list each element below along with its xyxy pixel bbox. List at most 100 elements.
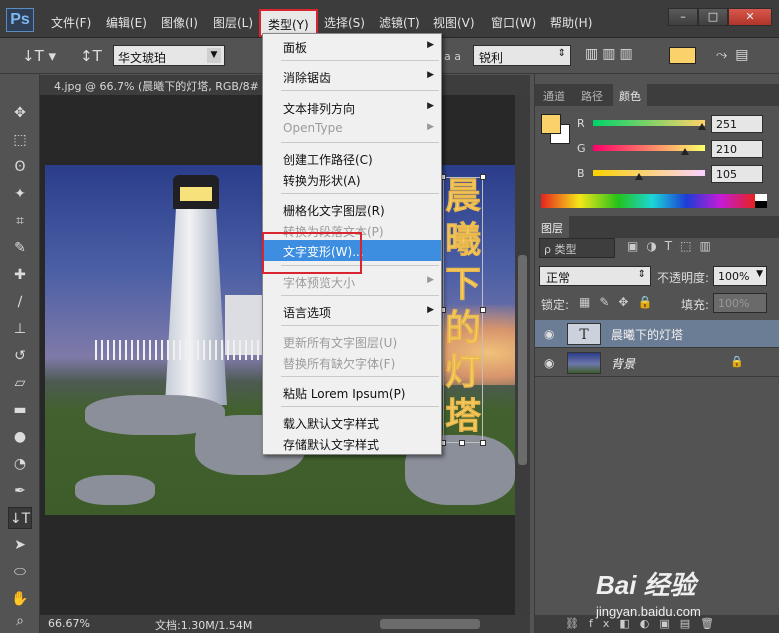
layer-row-background[interactable]: ◉ 背景 🔒	[535, 349, 779, 377]
pen-tool-icon[interactable]: ✒	[8, 480, 32, 502]
font-family-value: 华文琥珀	[118, 51, 167, 65]
submenu-arrow-icon: ▶	[427, 101, 434, 111]
annotation-highlight-box	[262, 232, 362, 274]
history-brush-icon[interactable]: ↺	[8, 345, 32, 367]
menu-window[interactable]: 窗口(W)	[491, 14, 536, 31]
eyedropper-icon[interactable]: ✎	[8, 237, 32, 259]
menu-item-replace-missing-fonts[interactable]: 替换所有缺欠字体(F)	[263, 352, 441, 373]
green-slider-thumb[interactable]	[681, 148, 689, 155]
crop-tool-icon[interactable]: ⌗	[8, 210, 32, 232]
blur-tool-icon[interactable]: ●	[8, 426, 32, 448]
red-value-input[interactable]: 251	[711, 115, 763, 133]
foreground-color-swatch[interactable]	[541, 114, 561, 134]
opacity-input[interactable]: 100% ▼	[713, 266, 767, 286]
green-slider-row: G 210	[577, 138, 777, 160]
menu-item-update-text-layers[interactable]: 更新所有文字图层(U)	[263, 331, 441, 352]
chevron-updown-icon: ⇕	[557, 48, 566, 59]
transform-handle[interactable]	[480, 307, 486, 313]
vertical-type-tool-icon[interactable]: ↓T	[8, 507, 32, 529]
text-color-swatch[interactable]	[669, 47, 696, 64]
toggle-orientation-icon[interactable]: ↕T	[80, 47, 102, 65]
healing-brush-icon[interactable]: ✚	[8, 264, 32, 286]
ellipse-tool-icon[interactable]: ⬭	[8, 561, 32, 583]
transform-handle[interactable]	[480, 440, 486, 446]
dodge-tool-icon[interactable]: ◔	[8, 453, 32, 475]
menu-filter[interactable]: 滤镜(T)	[379, 14, 420, 31]
menu-view[interactable]: 视图(V)	[433, 14, 475, 31]
menu-item-font-preview-size[interactable]: 字体预览大小 ▶	[263, 271, 441, 292]
horizontal-scrollbar-thumb[interactable]	[380, 619, 480, 629]
red-slider-track[interactable]	[593, 120, 705, 126]
color-spectrum-ramp[interactable]	[541, 194, 755, 208]
menu-item-rasterize-type[interactable]: 栅格化文字图层(R)	[263, 199, 441, 220]
menu-select[interactable]: 选择(S)	[324, 14, 365, 31]
vertical-scrollbar[interactable]	[515, 95, 530, 615]
document-title: 4.jpg @ 66.7% (晨曦下的灯塔, RGB/8#	[54, 80, 259, 93]
layer-row-text[interactable]: ◉ T 晨曦下的灯塔	[535, 320, 779, 348]
minimize-icon[interactable]: –	[668, 8, 698, 26]
zoom-tool-icon[interactable]: ⌕	[8, 610, 32, 632]
maximize-icon[interactable]: □	[698, 8, 728, 26]
fill-label: 填充:	[681, 298, 710, 312]
menu-image[interactable]: 图像(I)	[161, 14, 198, 31]
scrollbar-thumb[interactable]	[518, 255, 527, 465]
magic-wand-icon[interactable]: ✦	[8, 183, 32, 205]
menu-file[interactable]: 文件(F)	[51, 14, 91, 31]
watermark-logo-text: Bai 经验	[596, 570, 696, 600]
document-size-info: 文档:1.30M/1.54M	[155, 619, 253, 632]
blue-value-input[interactable]: 105	[711, 165, 763, 183]
brush-tool-icon[interactable]: ∕	[8, 291, 32, 313]
blend-mode-select[interactable]: 正常 ⇕	[539, 266, 651, 286]
antialias-select[interactable]: 锐利 ⇕	[473, 45, 571, 66]
text-align-icons[interactable]: ▥▥▥	[585, 46, 637, 62]
green-value-input[interactable]: 210	[711, 140, 763, 158]
lock-option-icons[interactable]: ▦✎✥🔒	[579, 295, 661, 309]
image-layer-thumbnail	[567, 352, 601, 374]
red-slider-thumb[interactable]	[698, 123, 706, 130]
menu-item-panels[interactable]: 面板 ▶	[263, 36, 441, 57]
menu-layer[interactable]: 图层(L)	[213, 14, 253, 31]
menu-help[interactable]: 帮助(H)	[550, 14, 592, 31]
eraser-icon[interactable]: ▱	[8, 372, 32, 394]
menu-item-paste-lorem-ipsum[interactable]: 粘贴 Lorem Ipsum(P)	[263, 382, 441, 403]
font-family-select[interactable]: 华文琥珀 ▼	[113, 45, 225, 66]
transform-handle[interactable]	[459, 440, 465, 446]
menu-item-create-work-path[interactable]: 创建工作路径(C)	[263, 148, 441, 169]
path-select-icon[interactable]: ➤	[8, 534, 32, 556]
visibility-eye-icon[interactable]: ◉	[544, 356, 554, 370]
blue-slider-track[interactable]	[593, 170, 705, 176]
menu-item-language-options[interactable]: 语言选项 ▶	[263, 301, 441, 322]
close-icon[interactable]: ✕	[728, 8, 772, 26]
layer-filter-icons[interactable]: ▣◑T⬚▥	[627, 239, 719, 253]
menu-item-opentype[interactable]: OpenType ▶	[263, 118, 441, 139]
fill-input[interactable]: 100%	[713, 293, 767, 313]
vertical-type-tool-icon[interactable]: ↓T ▾	[22, 47, 56, 65]
gradient-tool-icon[interactable]: ▬	[8, 399, 32, 421]
visibility-eye-icon[interactable]: ◉	[544, 327, 554, 341]
zoom-level[interactable]: 66.67%	[48, 617, 90, 630]
layer-filter-select[interactable]: ρ 类型	[539, 238, 615, 258]
menu-edit[interactable]: 编辑(E)	[106, 14, 147, 31]
tab-layers[interactable]: 图层	[535, 216, 569, 238]
clone-stamp-icon[interactable]: ⊥	[8, 318, 32, 340]
menu-separator	[281, 325, 439, 326]
move-tool-icon[interactable]: ✥	[8, 102, 32, 124]
transform-handle[interactable]	[480, 174, 486, 180]
tab-color[interactable]: 颜色	[613, 84, 647, 106]
black-white-ramp[interactable]	[755, 194, 767, 208]
blue-slider-thumb[interactable]	[635, 173, 643, 180]
marquee-tool-icon[interactable]: ⬚	[8, 129, 32, 151]
tab-paths[interactable]: 路径	[581, 88, 603, 104]
menu-item-convert-to-shape[interactable]: 转换为形状(A)	[263, 169, 441, 190]
hand-tool-icon[interactable]: ✋	[8, 588, 32, 610]
tab-channels[interactable]: 通道	[543, 88, 565, 104]
warp-and-panel-icons[interactable]: ⤳▤	[716, 47, 756, 63]
lasso-tool-icon[interactable]: ʘ	[8, 156, 32, 178]
menu-item-antialias[interactable]: 消除锯齿 ▶	[263, 66, 441, 87]
text-bounding-box[interactable]	[440, 174, 486, 446]
color-panel-tabs: 通道 路径 颜色	[535, 84, 779, 106]
menu-separator	[281, 295, 439, 296]
menu-item-save-default-styles[interactable]: 存储默认文字样式	[263, 433, 441, 454]
menu-item-load-default-styles[interactable]: 载入默认文字样式	[263, 412, 441, 433]
menu-item-text-orientation[interactable]: 文本排列方向 ▶	[263, 97, 441, 118]
